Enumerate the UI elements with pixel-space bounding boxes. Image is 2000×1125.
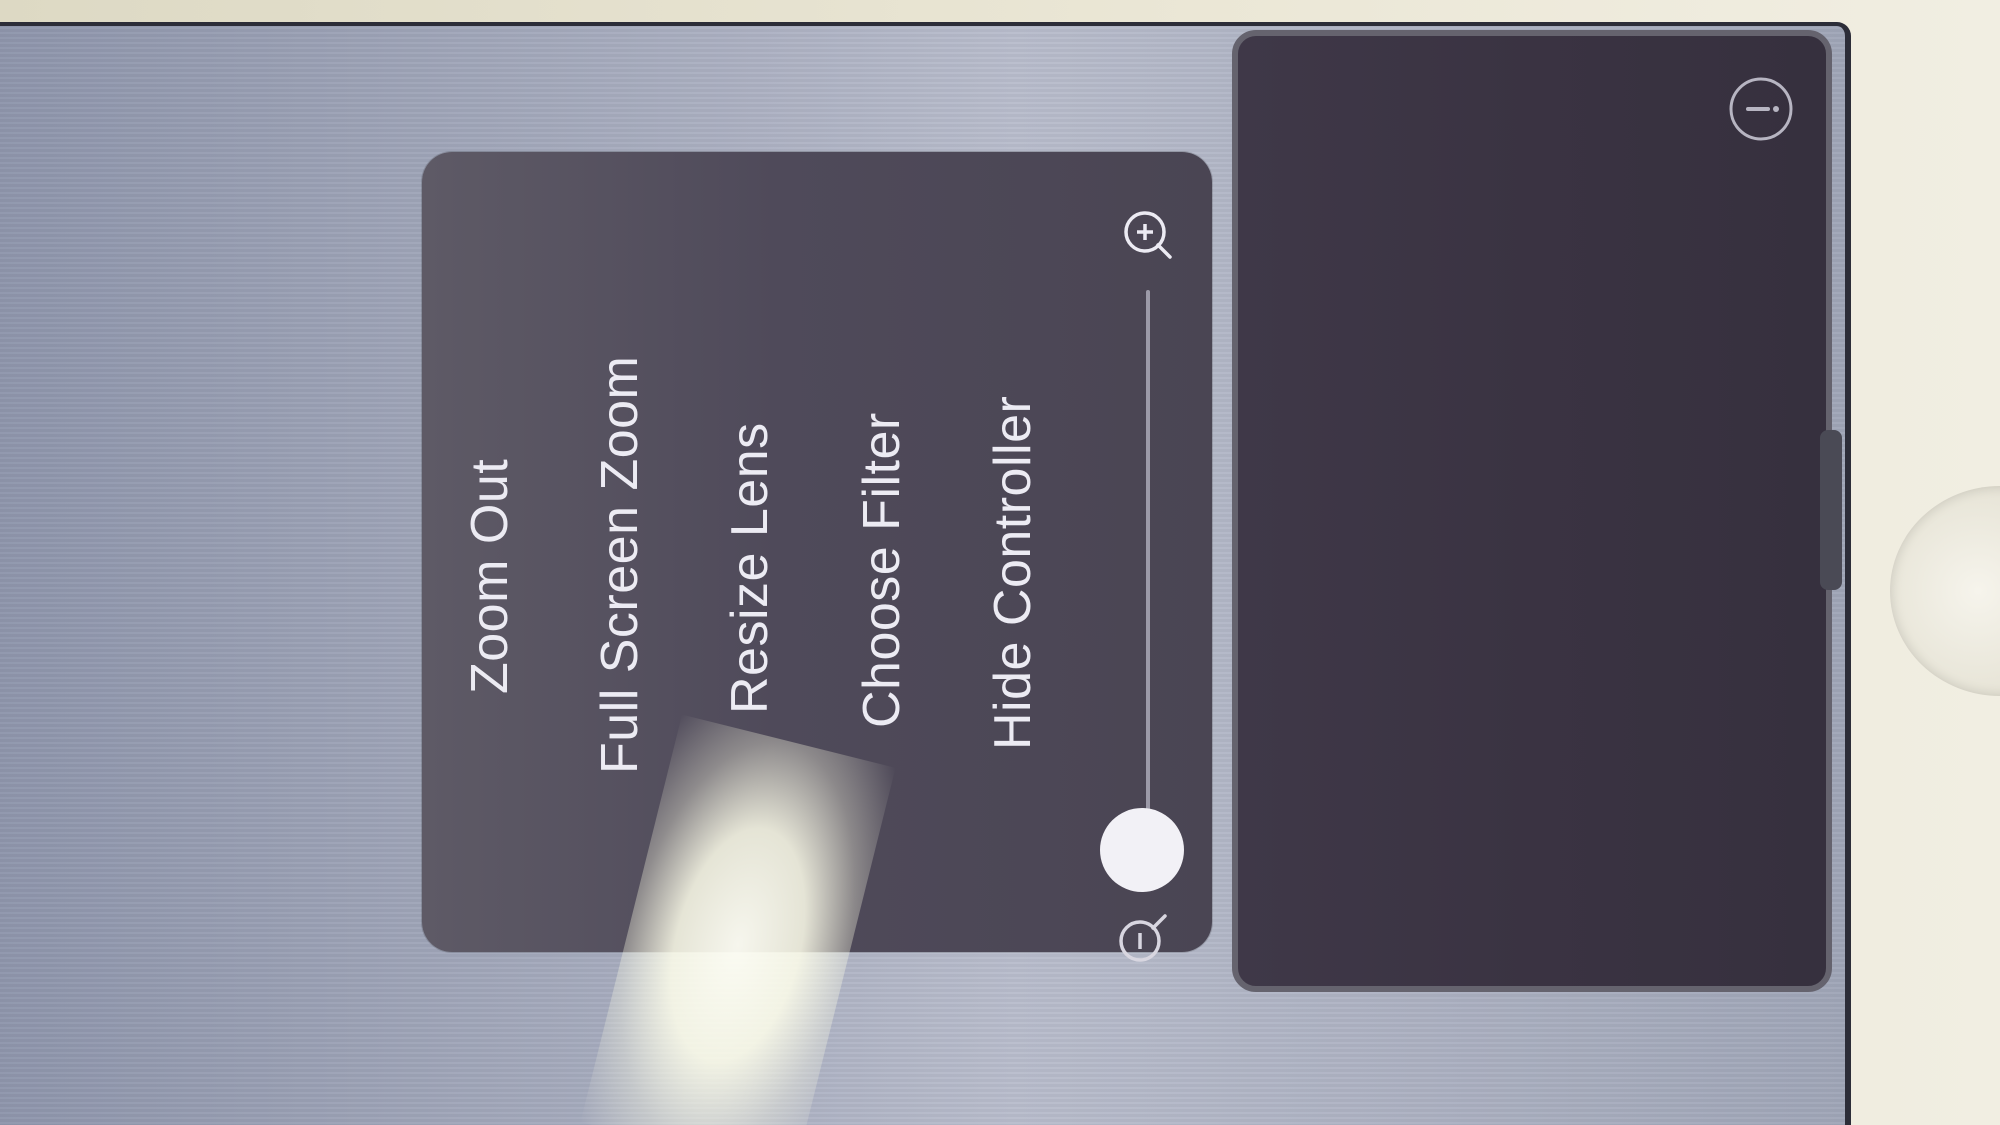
side-handle <box>1820 430 1842 590</box>
magnifier-lens-preview <box>1232 30 1832 992</box>
hide-controller-menu-item[interactable]: Hide Controller <box>983 396 1043 750</box>
photo-of-device: Zoom Out Full Screen Zoom Resize Lens Ch… <box>0 0 2000 1125</box>
zoom-out-icon[interactable] <box>1114 908 1174 968</box>
zoom-slider-track[interactable] <box>1146 290 1150 870</box>
full-screen-zoom-menu-item[interactable]: Full Screen Zoom <box>590 356 650 774</box>
info-icon[interactable] <box>1726 74 1796 144</box>
choose-filter-menu-item[interactable]: Choose Filter <box>852 412 912 728</box>
zoom-slider-thumb[interactable] <box>1100 808 1184 892</box>
zoom-in-icon[interactable] <box>1118 206 1178 266</box>
zoom-out-menu-item[interactable]: Zoom Out <box>460 459 520 694</box>
home-button[interactable] <box>1890 486 2000 696</box>
zoom-menu-panel <box>422 152 1212 952</box>
resize-lens-menu-item[interactable]: Resize Lens <box>720 422 780 714</box>
